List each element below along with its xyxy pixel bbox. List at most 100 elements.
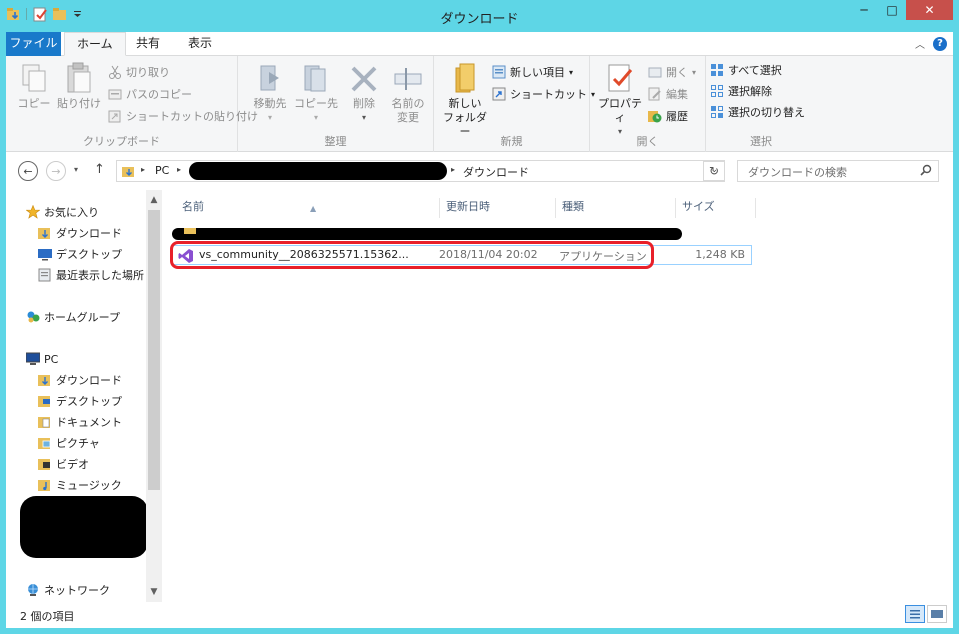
nav-pc-downloads[interactable]: ダウンロード [38, 371, 122, 389]
select-group-label: 選択 [750, 135, 772, 148]
back-button[interactable]: ← [18, 161, 38, 181]
delete-label: 削除 [353, 97, 375, 110]
nav-pc-videos[interactable]: ビデオ [38, 455, 89, 473]
tab-view[interactable]: 表示 [176, 32, 224, 56]
open-group: プロパティ ▾ 開く ▾ 編集 履歴 開く [590, 56, 706, 152]
ribbon: コピー 貼り付け 切り取り パスのコピー ショートカットの貼り付け クリップボー… [6, 56, 953, 152]
rename-button[interactable]: 名前の 変更 [386, 62, 430, 125]
redacted-nav-item [20, 496, 148, 558]
explorer-window: ダウンロード ─ □ ✕ ファイル ホーム 共有 表示 ︿ ? コピー 貼り付け… [0, 0, 959, 634]
new-item-label: 新しい項目 [510, 66, 565, 79]
network-icon [26, 583, 40, 597]
column-name-label: 名前 [182, 200, 204, 213]
copy-button[interactable]: コピー [16, 62, 52, 111]
nav-favorites[interactable]: お気に入り [25, 203, 99, 221]
documents-folder-icon [38, 415, 52, 429]
nav-fav-recent[interactable]: 最近表示した場所 [38, 266, 144, 284]
paste-shortcut-button[interactable]: ショートカットの貼り付け [108, 106, 258, 126]
move-to-button[interactable]: 移動先 ▾ [248, 62, 292, 125]
select-none-icon [710, 84, 724, 98]
nav-pc-music-label: ミュージック [56, 479, 122, 492]
breadcrumb-downloads[interactable]: ダウンロード [463, 164, 529, 180]
nav-network[interactable]: ネットワーク [26, 581, 110, 599]
homegroup-icon [26, 310, 40, 324]
search-box[interactable]: ダウンロードの検索 [737, 160, 939, 182]
scroll-up-icon[interactable]: ▲ [146, 192, 162, 208]
search-icon[interactable] [920, 164, 932, 179]
paste-label: 貼り付け [57, 97, 101, 110]
invert-selection-button[interactable]: 選択の切り替え [710, 102, 805, 122]
history-button[interactable]: 履歴 [648, 106, 688, 126]
copy-to-icon [301, 62, 331, 94]
new-item-button[interactable]: 新しい項目 ▾ [492, 62, 573, 82]
tab-share[interactable]: 共有 [124, 32, 172, 56]
chevron-right-icon: ▸ [451, 165, 456, 174]
nav-scrollbar[interactable]: ▲ ▼ [146, 190, 162, 602]
column-header-type[interactable]: 種類 [556, 198, 676, 218]
folder-icon [450, 62, 480, 94]
rename-label-line2: 変更 [397, 111, 419, 124]
select-none-button[interactable]: 選択解除 [710, 81, 772, 101]
large-icons-view-icon[interactable] [927, 605, 947, 623]
nav-pc-desktop[interactable]: デスクトップ [38, 392, 122, 410]
open-button[interactable]: 開く ▾ [648, 62, 696, 82]
open-group-label: 開く [636, 135, 659, 148]
new-folder-button[interactable]: 新しい フォルダー [440, 62, 490, 139]
help-icon[interactable]: ? [933, 36, 947, 51]
sort-ascending-icon: ▲ [310, 204, 317, 213]
nav-pc[interactable]: PC [25, 350, 58, 368]
minimize-button[interactable]: ─ [850, 0, 878, 20]
column-header-date[interactable]: 更新日時 [440, 198, 556, 218]
chevron-down-icon: ▾ [692, 67, 697, 77]
details-view-icon[interactable] [905, 605, 925, 623]
nav-fav-downloads-label: ダウンロード [56, 227, 122, 240]
recent-places-icon [38, 268, 52, 282]
cut-button[interactable]: 切り取り [108, 62, 170, 82]
chevron-up-icon[interactable]: ︿ [915, 36, 925, 51]
refresh-icon[interactable]: ↻ [703, 161, 725, 181]
column-header-size[interactable]: サイズ [676, 198, 756, 218]
copy-to-button[interactable]: コピー先 ▾ [294, 62, 338, 125]
shortcut-button[interactable]: ショートカット ▾ [492, 84, 595, 104]
new-group-label: 新規 [500, 135, 523, 148]
new-folder-label-line1: 新しい [448, 97, 482, 110]
tab-home[interactable]: ホーム [64, 32, 126, 56]
tab-file[interactable]: ファイル [6, 32, 61, 56]
nav-pc-music[interactable]: ミュージック [38, 476, 122, 494]
nav-fav-desktop[interactable]: デスクトップ [38, 245, 122, 263]
nav-scrollbar-thumb[interactable] [148, 210, 160, 490]
recent-locations-icon[interactable]: ▾ [74, 165, 78, 174]
open-icon [648, 65, 662, 79]
new-group: 新しい フォルダー 新しい項目 ▾ ショートカット ▾ 新規 [434, 56, 595, 152]
downloads-folder-icon [38, 373, 52, 387]
nav-pc-documents[interactable]: ドキュメント [38, 413, 122, 431]
organize-group-label: 整理 [324, 135, 347, 148]
move-to-icon [255, 62, 285, 94]
title-bar[interactable]: ダウンロード ─ □ ✕ [0, 0, 959, 32]
breadcrumb-pc[interactable]: PC [155, 164, 169, 177]
nav-fav-recent-label: 最近表示した場所 [56, 269, 144, 282]
copy-path-button[interactable]: パスのコピー [108, 84, 192, 104]
paste-button[interactable]: 貼り付け [56, 62, 102, 111]
column-header-name[interactable]: 名前 ▲ [176, 198, 440, 218]
delete-button[interactable]: 削除 ▾ [346, 62, 382, 125]
move-to-label: 移動先 [253, 97, 287, 110]
close-button[interactable]: ✕ [906, 0, 953, 20]
select-all-label: すべて選択 [728, 64, 782, 77]
select-all-button[interactable]: すべて選択 [710, 60, 782, 80]
address-input[interactable]: ▸ PC ▸ ▸ ダウンロード ⌄ [116, 160, 725, 182]
search-placeholder: ダウンロードの検索 [748, 166, 847, 179]
nav-fav-downloads[interactable]: ダウンロード [38, 224, 122, 242]
up-arrow-icon[interactable]: ↑ [94, 162, 105, 177]
forward-button[interactable]: → [46, 161, 66, 181]
edit-button[interactable]: 編集 [648, 84, 688, 104]
desktop-folder-icon [38, 394, 52, 408]
maximize-button[interactable]: □ [878, 0, 906, 20]
properties-button[interactable]: プロパティ ▾ [594, 62, 646, 139]
nav-pc-pictures[interactable]: ピクチャ [38, 434, 100, 452]
invert-selection-label: 選択の切り替え [728, 106, 805, 119]
nav-homegroup[interactable]: ホームグループ [26, 308, 120, 326]
view-buttons [905, 605, 947, 623]
scroll-down-icon[interactable]: ▼ [146, 584, 162, 600]
clipboard-group: コピー 貼り付け 切り取り パスのコピー ショートカットの貼り付け クリップボー… [6, 56, 258, 152]
